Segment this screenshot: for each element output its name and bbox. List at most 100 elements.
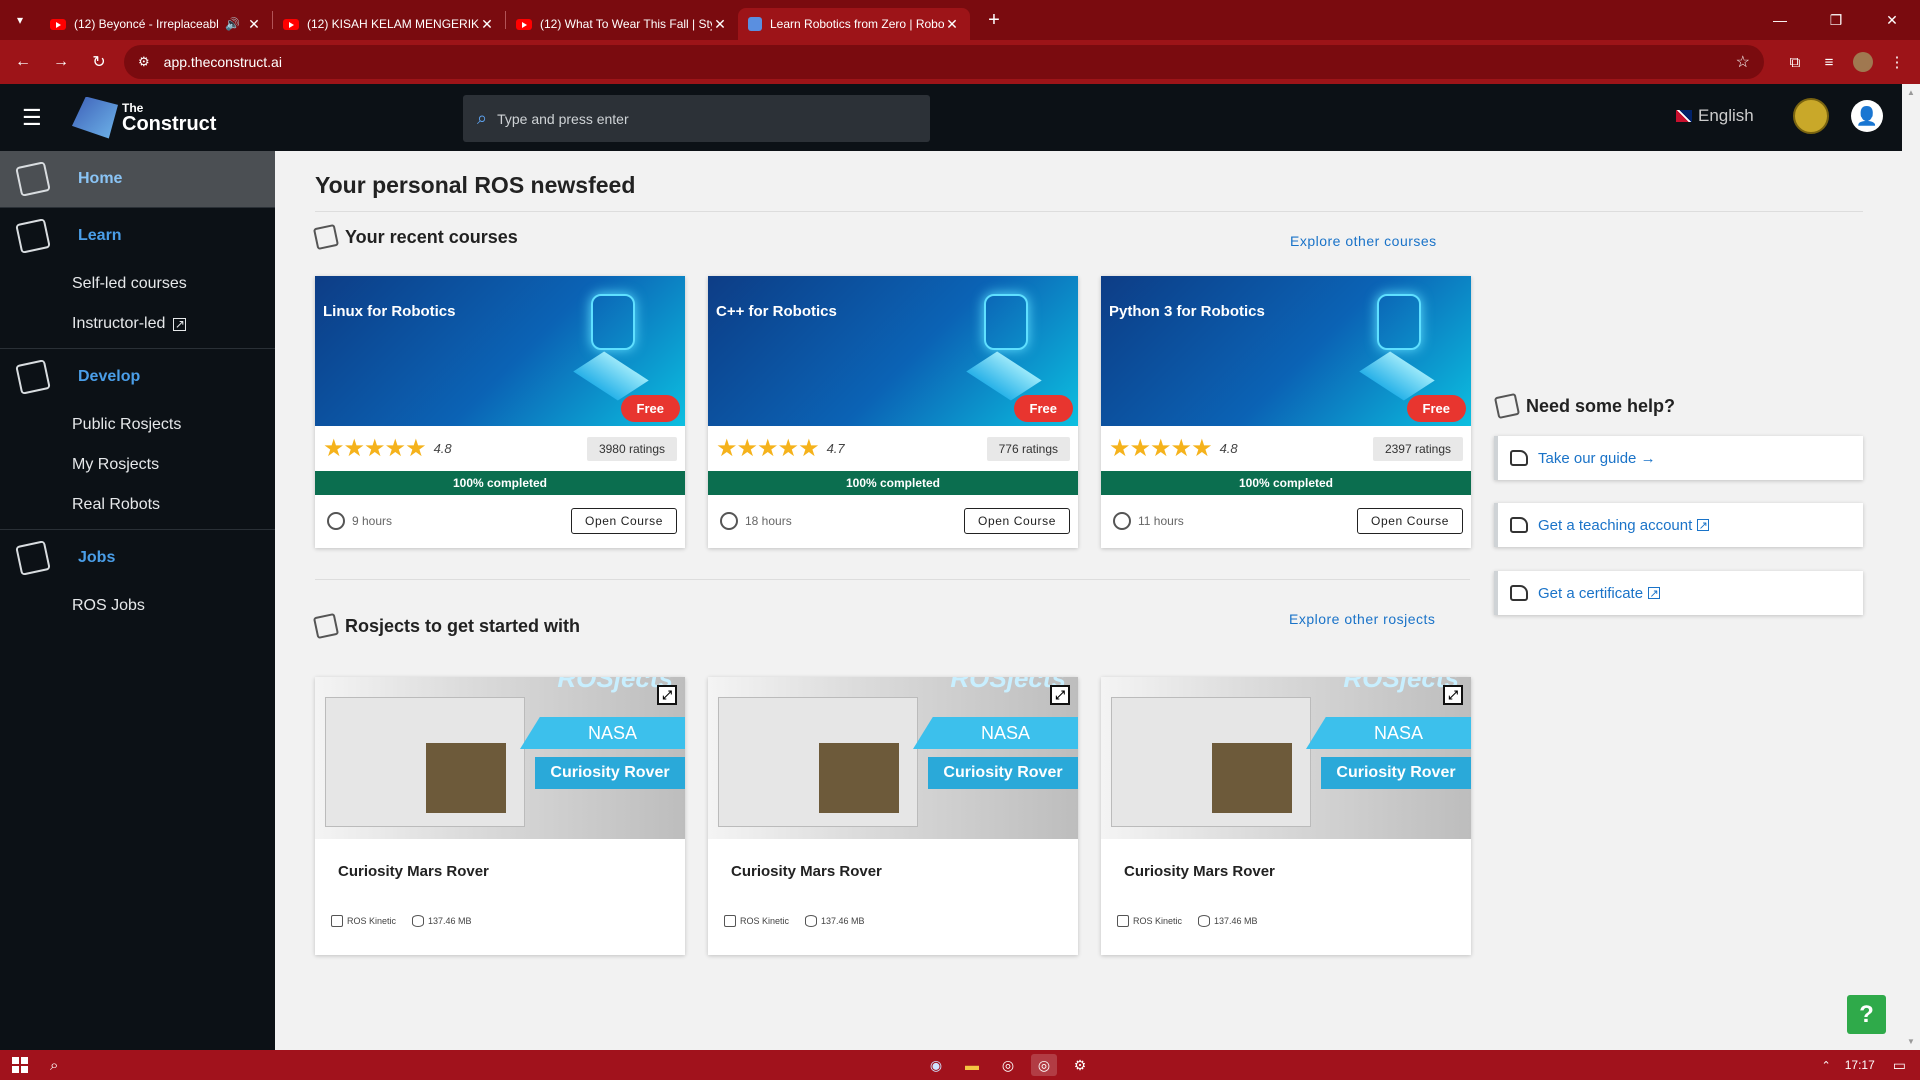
- price-badge: Free: [620, 395, 680, 422]
- sidebar-item-self-led-courses[interactable]: Self-led courses: [0, 264, 275, 304]
- course-banner[interactable]: Python 3 for Robotics Free: [1101, 276, 1471, 426]
- sidebar-item-instructor-led[interactable]: Instructor-led ↗: [0, 304, 275, 344]
- help-link-label: Get a teaching account: [1538, 516, 1693, 534]
- settings-gear-icon[interactable]: ⚙: [1067, 1054, 1093, 1076]
- fullscreen-icon[interactable]: ⤢: [1050, 685, 1070, 705]
- explore-rosjects-link[interactable]: Explore other rosjects: [1289, 611, 1435, 627]
- url-text[interactable]: app.theconstruct.ai: [164, 54, 1736, 70]
- course-card[interactable]: Python 3 for Robotics Free ★★★★★ 4.8 239…: [1101, 276, 1471, 548]
- course-banner[interactable]: C++ for Robotics Free: [708, 276, 1078, 426]
- course-footer: 18 hours Open Course: [708, 495, 1078, 547]
- logo[interactable]: The Construct: [72, 96, 216, 139]
- sidebar-item-my-rosjects[interactable]: My Rosjects: [0, 445, 275, 485]
- extensions-icon[interactable]: ⧉: [1778, 54, 1812, 71]
- search-box[interactable]: ⌕: [463, 95, 930, 142]
- close-icon[interactable]: ✕: [944, 16, 960, 33]
- rosject-name: Curiosity Mars Rover: [338, 863, 489, 880]
- tray-chevron-up-icon[interactable]: ⌃: [1822, 1059, 1831, 1072]
- media-control-icon[interactable]: ≡: [1812, 54, 1846, 71]
- site-info-icon[interactable]: ⚙: [138, 54, 150, 70]
- sidebar-item-jobs[interactable]: Jobs: [0, 530, 275, 586]
- close-icon[interactable]: ✕: [246, 16, 262, 33]
- window-controls: — ❐ ✕: [1752, 0, 1920, 40]
- sidebar-section-jobs: Jobs ROS Jobs: [0, 530, 275, 626]
- rating-row: ★★★★★ 4.8 2397 ratings: [1101, 426, 1471, 471]
- reload-icon[interactable]: ↻: [84, 47, 114, 77]
- ratings-count: 776 ratings: [986, 436, 1070, 461]
- close-window-icon[interactable]: ✕: [1864, 0, 1920, 40]
- notification-icon[interactable]: ▭: [1893, 1057, 1906, 1074]
- address-bar[interactable]: ⚙ app.theconstruct.ai ☆: [124, 45, 1764, 79]
- python-logo-icon: [1377, 294, 1421, 350]
- back-icon[interactable]: ←: [8, 47, 38, 77]
- taskbar: ⌕ ◉ ▬ ◎ ◎ ⚙ ⌃ 17:17 ▭: [0, 1050, 1920, 1080]
- file-explorer-icon[interactable]: ▬: [959, 1054, 985, 1076]
- help-link-guide[interactable]: Take our guide →: [1494, 436, 1863, 480]
- close-icon[interactable]: ✕: [712, 16, 728, 33]
- browser-menu-icon[interactable]: ⋮: [1880, 53, 1914, 71]
- sidebar-item-learn[interactable]: Learn: [0, 208, 275, 264]
- bookmark-star-icon[interactable]: ☆: [1736, 52, 1750, 72]
- rosject-thumbnail[interactable]: ROSjects NASA Curiosity Rover ⤢: [708, 677, 1078, 839]
- megaphone-icon: [1510, 585, 1528, 601]
- close-icon[interactable]: ✕: [479, 16, 495, 33]
- achievement-badge-icon[interactable]: [1793, 98, 1829, 134]
- youtube-icon: [50, 18, 66, 30]
- language-selector[interactable]: English: [1676, 106, 1754, 126]
- open-course-button[interactable]: Open Course: [571, 508, 677, 534]
- browser-tab-active[interactable]: Learn Robotics from Zero | Robotics ✕: [738, 8, 970, 40]
- new-tab-button[interactable]: +: [978, 4, 1010, 36]
- search-input[interactable]: [497, 110, 878, 127]
- sidebar-item-public-rosjects[interactable]: Public Rosjects: [0, 405, 275, 445]
- scroll-down-icon[interactable]: ▼: [1907, 1037, 1915, 1046]
- tab-search-chevron-icon[interactable]: ▾: [0, 0, 40, 40]
- windows-start-icon[interactable]: [12, 1057, 28, 1073]
- rating-row: ★★★★★ 4.8 3980 ratings: [315, 426, 685, 471]
- user-account-icon[interactable]: 👤: [1851, 100, 1883, 132]
- course-banner[interactable]: Linux for Robotics Free: [315, 276, 685, 426]
- help-link-teaching-account[interactable]: Get a teaching account ↗: [1494, 503, 1863, 547]
- browser-tab[interactable]: (12) Beyoncé - Irreplaceable 🔊 ✕: [40, 8, 272, 40]
- course-card[interactable]: Linux for Robotics Free ★★★★★ 4.8 3980 r…: [315, 276, 685, 548]
- ros-distro-icon: [1117, 915, 1129, 927]
- taskbar-search-icon[interactable]: ⌕: [50, 1057, 58, 1074]
- tab-title: (12) KISAH KELAM MENGERIKAN: [307, 17, 479, 31]
- page-scrollbar[interactable]: ▲ ▼: [1902, 84, 1920, 1050]
- forward-icon[interactable]: →: [46, 47, 76, 77]
- taskbar-clock[interactable]: 17:17: [1845, 1058, 1875, 1072]
- rosject-card[interactable]: ROSjects NASA Curiosity Rover ⤢ Curiosit…: [1101, 677, 1471, 955]
- browser-tab[interactable]: (12) What To Wear This Fall | Style ✕: [506, 8, 738, 40]
- scroll-up-icon[interactable]: ▲: [1907, 88, 1915, 97]
- rosjects-heading: Rosjects to get started with: [312, 612, 580, 640]
- sidebar-item-develop[interactable]: Develop: [0, 349, 275, 405]
- sidebar-section-develop: Develop Public Rosjects My Rosjects Real…: [0, 349, 275, 530]
- rosject-thumbnail[interactable]: ROSjects NASA Curiosity Rover ⤢: [1101, 677, 1471, 839]
- rating-value: 4.8: [433, 441, 452, 456]
- restore-icon[interactable]: ❐: [1808, 0, 1864, 40]
- speaker-icon[interactable]: 🔊: [225, 17, 240, 31]
- open-course-button[interactable]: Open Course: [1357, 508, 1463, 534]
- rosject-thumbnail[interactable]: ROSjects NASA Curiosity Rover ⤢: [315, 677, 685, 839]
- chrome-active-icon[interactable]: ◎: [1031, 1054, 1057, 1076]
- browser-tab[interactable]: (12) KISAH KELAM MENGERIKAN ✕: [273, 8, 505, 40]
- profile-avatar[interactable]: [1846, 52, 1880, 72]
- help-link-certificate[interactable]: Get a certificate ↗: [1494, 571, 1863, 615]
- fullscreen-icon[interactable]: ⤢: [1443, 685, 1463, 705]
- minimize-icon[interactable]: —: [1752, 0, 1808, 40]
- rosject-card[interactable]: ROSjects NASA Curiosity Rover ⤢ Curiosit…: [315, 677, 685, 955]
- rosject-card[interactable]: ROSjects NASA Curiosity Rover ⤢ Curiosit…: [708, 677, 1078, 955]
- steam-icon[interactable]: ◉: [923, 1054, 949, 1076]
- fullscreen-icon[interactable]: ⤢: [657, 685, 677, 705]
- thumbnail-banner-top: NASA: [520, 717, 685, 749]
- explore-courses-link[interactable]: Explore other courses: [1290, 233, 1437, 249]
- help-link-label: Get a certificate: [1538, 584, 1644, 602]
- sidebar-item-home[interactable]: Home: [0, 151, 275, 207]
- sidebar-item-ros-jobs[interactable]: ROS Jobs: [0, 586, 275, 626]
- chrome-icon[interactable]: ◎: [995, 1054, 1021, 1076]
- hamburger-menu-icon[interactable]: ☰: [22, 105, 50, 131]
- help-chat-button[interactable]: ?: [1847, 995, 1886, 1034]
- thumbnail-banner-bottom: Curiosity Rover: [1321, 757, 1471, 789]
- sidebar-item-real-robots[interactable]: Real Robots: [0, 485, 275, 525]
- open-course-button[interactable]: Open Course: [964, 508, 1070, 534]
- course-card[interactable]: C++ for Robotics Free ★★★★★ 4.7 776 rati…: [708, 276, 1078, 548]
